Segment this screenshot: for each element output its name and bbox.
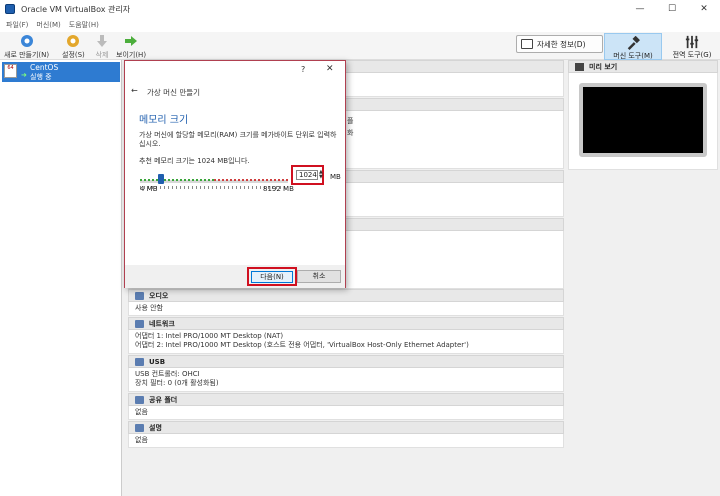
section-description-header[interactable]: 설명 [128,421,564,434]
back-arrow-icon[interactable]: ← [131,86,138,95]
usb-icon [135,357,144,366]
dialog-close-button[interactable]: ✕ [326,64,334,74]
show-button[interactable]: 보이기(H) [116,33,146,60]
menu-machine[interactable]: 머신(M) [36,20,60,30]
section-usb-body: USB 컨트롤러: OHCI 장치 필터: 0 (0개 활성화됨) [128,368,564,392]
global-tools-icon [685,35,699,49]
menu-file[interactable]: 파일(F) [6,20,28,30]
maximize-button[interactable]: ☐ [656,0,688,18]
hammer-icon [627,36,640,50]
section-description-body: 없음 [128,434,564,448]
section-usb-header[interactable]: USB [128,355,564,368]
discard-label: 삭제 [95,51,109,59]
settings-label: 설정(S) [62,51,85,59]
memory-size-input[interactable]: 1024 [296,170,318,180]
details-icon [521,39,533,49]
audio-status: 사용 안함 [135,304,163,312]
window-title: Oracle VM VirtualBox 관리자 [21,4,131,14]
audio-title: 오디오 [149,291,169,300]
title-bar: Oracle VM VirtualBox 관리자 — ☐ ✕ [0,0,720,18]
preview-screen [579,83,707,157]
section-audio-header[interactable]: 오디오 [128,289,564,302]
vm-os-icon: 64 [4,64,17,78]
display-body-text: 화 [347,129,354,137]
settings-button[interactable]: 설정(S) [62,33,85,60]
main-toolbar: 새로 만들기(N) 설정(S) 삭제 보이기(H) 자세한 정보(D) 머신 도… [0,32,720,60]
new-vm-button[interactable]: 새로 만들기(N) [4,33,49,60]
shared-title: 공유 폴더 [149,395,178,404]
details-label: 자세한 정보(D) [537,39,586,49]
menu-bar: 파일(F) 머신(M) 도움말(H) [0,18,720,32]
description-title: 설명 [149,423,162,432]
network-adapter-1: 어댑터 1: Intel PRO/1000 MT Desktop (NAT) [135,332,284,340]
show-arrow-icon [125,36,138,46]
page-description: 가상 머신에 할당할 메모리(RAM) 크기를 메가바이트 단위로 입력하십시오… [139,131,337,148]
settings-gear-icon [67,35,80,47]
memory-spinner[interactable]: ▲ ▼ [319,170,323,180]
section-network-body: 어댑터 1: Intel PRO/1000 MT Desktop (NAT) 어… [128,330,564,354]
vm-name: CentOS [30,63,59,72]
discard-button[interactable]: 삭제 [94,33,110,60]
create-vm-dialog: ? ✕ ← 가상 머신 만들기 메모리 크기 가상 머신에 할당할 메모리(RA… [124,60,346,288]
shared-folder-icon [135,395,144,404]
minimize-button[interactable]: — [624,0,656,18]
network-icon [135,319,144,328]
global-tools-button[interactable]: 전역 도구(G) [664,33,720,60]
close-button[interactable]: ✕ [688,0,720,18]
details-button[interactable]: 자세한 정보(D) [516,35,603,53]
network-title: 네트워크 [149,319,175,328]
recommended-memory-text: 추천 메모리 크기는 1024 MB입니다. [139,157,250,165]
usb-device-filter: 장치 필터: 0 (0개 활성화됨) [135,379,219,387]
vm-list: 64 CentOS ➜ 실행 중 [0,60,122,496]
section-shared-header[interactable]: 공유 폴더 [128,393,564,406]
audio-icon [135,291,144,300]
new-vm-label: 새로 만들기(N) [4,51,50,59]
usb-controller: USB 컨트롤러: OHCI [135,370,200,378]
global-tools-label: 전역 도구(G) [672,51,712,59]
dialog-footer: 다음(N) 취소 [125,265,345,288]
cancel-button[interactable]: 취소 [297,270,341,283]
description-icon [135,423,144,432]
show-label: 보이기(H) [116,51,147,59]
network-adapter-2: 어댑터 2: Intel PRO/1000 MT Desktop (호스트 전용… [135,341,469,349]
slider-min-label: 4 MB [140,185,158,193]
preview-header[interactable]: 미리 보기 [568,60,718,73]
section-network-header[interactable]: 네트워크 [128,317,564,330]
vm-state: 실행 중 [30,73,52,81]
preview-icon [575,62,584,71]
virtualbox-icon [5,4,15,14]
slider-max-label: 8192 MB [263,185,294,193]
next-button-highlight: 다음(N) [247,267,297,286]
discard-arrow-icon [97,35,107,47]
slider-safe-range [140,179,214,181]
dialog-title: 가상 머신 만들기 [147,88,201,97]
menu-help[interactable]: 도움말(H) [69,20,99,30]
shared-status: 없음 [135,408,148,416]
memory-input-highlight: 1024 ▲ ▼ [291,165,324,185]
preview-title: 미리 보기 [589,62,618,71]
window-controls: — ☐ ✕ [624,0,720,18]
new-gear-icon [20,35,33,47]
dialog-help-button[interactable]: ? [301,65,305,74]
running-arrow-icon: ➜ [21,71,27,79]
usb-title: USB [149,357,166,366]
preview-panel [568,73,718,170]
memory-unit: MB [330,173,341,181]
machine-tools-label: 머신 도구(M) [613,52,653,60]
slider-thumb[interactable] [158,174,165,184]
next-button[interactable]: 다음(N) [251,271,293,283]
description-text: 없음 [135,436,148,444]
vm-list-item-centos[interactable]: 64 CentOS ➜ 실행 중 [2,62,120,82]
section-shared-body: 없음 [128,406,564,420]
system-body-text: 플 [347,117,354,125]
section-audio-body: 사용 안함 [128,302,564,316]
machine-tools-button[interactable]: 머신 도구(M) [604,33,662,60]
page-title: 메모리 크기 [139,115,189,126]
slider-danger-range [214,179,288,181]
